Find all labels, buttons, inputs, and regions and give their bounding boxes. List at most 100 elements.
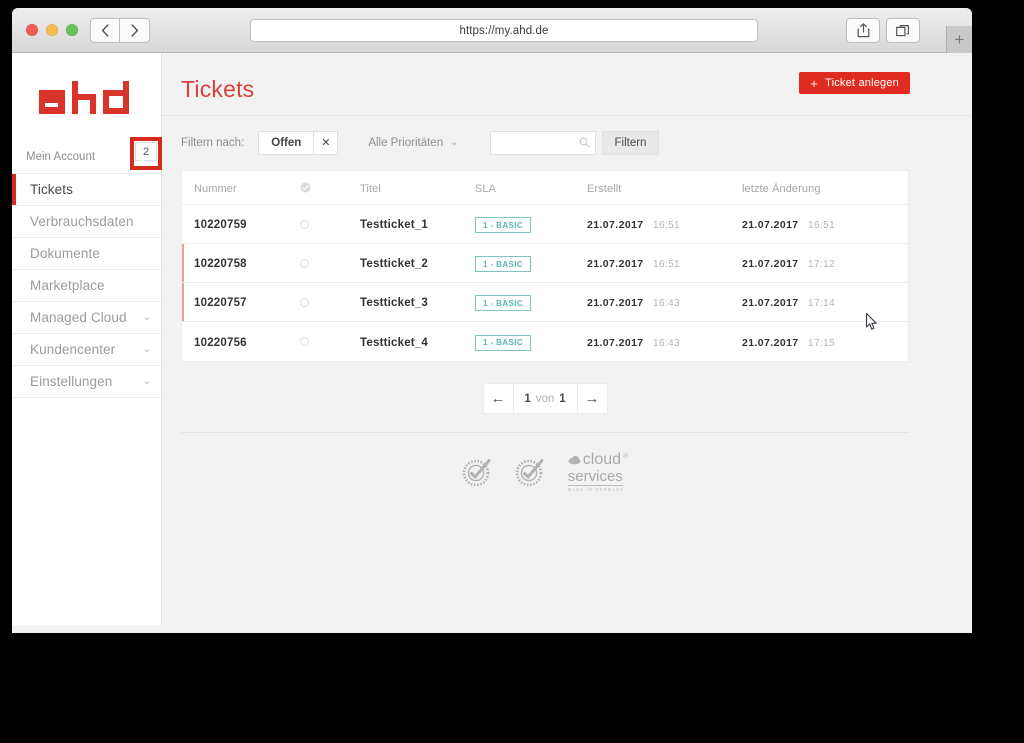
cell-erstellt-datum: 21.07.2017 <box>587 336 644 349</box>
pagination: ← 1 von 1 → <box>162 383 972 414</box>
cell-aenderung-zeit: 17:12 <box>808 259 836 270</box>
registered-trademark-icon: ® <box>623 453 629 460</box>
filter-label: Filtern nach: <box>181 136 245 149</box>
cell-erstellt-zeit: 16:51 <box>653 259 681 270</box>
maximize-window-button[interactable] <box>66 24 78 36</box>
chevron-down-icon: ⌄ <box>450 137 459 148</box>
footer-divider <box>181 432 909 433</box>
cell-aenderung-zeit: 16:51 <box>808 220 836 231</box>
create-ticket-label: Ticket anlegen <box>825 77 899 89</box>
notification-count-label: 2 <box>142 145 150 158</box>
cell-aenderung-zeit: 17:15 <box>808 337 836 349</box>
next-page-button[interactable]: → <box>576 383 608 414</box>
main-content: Tickets + Ticket anlegen Filtern nach: O… <box>162 53 972 625</box>
of-label: von <box>535 392 555 405</box>
sla-badge: 1 - BASIC <box>475 217 532 234</box>
cell-aenderung-datum: 21.07.2017 <box>742 258 799 270</box>
status-indicator-icon <box>300 258 309 268</box>
show-tabs-button[interactable] <box>886 18 920 43</box>
cell-aenderung-datum: 21.07.2017 <box>742 297 799 309</box>
cloud-services-logo: cloud ® services MADE IN GERMANY <box>567 451 629 492</box>
filter-chip-offen[interactable]: Offen <box>258 130 315 155</box>
page-title: Tickets <box>181 76 255 102</box>
forward-button[interactable] <box>120 18 150 43</box>
sidebar-item-label: Tickets <box>30 182 73 197</box>
cell-erstellt-zeit: 16:51 <box>653 220 681 231</box>
check-circle-icon <box>300 182 311 193</box>
cell-nummer: 10220757 <box>194 297 247 309</box>
cell-erstellt-zeit: 16:43 <box>653 337 681 349</box>
arrow-right-icon: → <box>584 390 600 407</box>
cell-erstellt-datum: 21.07.2017 <box>587 258 644 270</box>
cloud-services-line3: MADE IN GERMANY <box>567 487 625 492</box>
previous-page-button[interactable]: ← <box>482 383 514 414</box>
address-bar[interactable]: https://my.ahd.de <box>250 19 758 42</box>
filter-chip-label: Offen <box>271 136 302 149</box>
cloud-services-line2: services <box>567 468 623 486</box>
notification-count-badge[interactable]: 2 <box>135 142 157 165</box>
certification-seal-2-icon <box>515 458 544 486</box>
sidebar-item-label: Managed Cloud <box>30 310 127 325</box>
page-body: Mein Account ⌄ 2 Tickets Verbrauchsdaten <box>12 53 972 633</box>
remove-filter-button[interactable]: ✕ <box>314 130 339 155</box>
column-header-status <box>300 182 360 193</box>
minimize-window-button[interactable] <box>46 24 58 36</box>
sidebar: Mein Account ⌄ 2 Tickets Verbrauchsdaten <box>12 53 162 625</box>
sla-badge: 1 - BASIC <box>475 295 532 312</box>
sidebar-item-einstellungen[interactable]: Einstellungen ⌄ <box>12 366 161 398</box>
table-row[interactable]: 10220757 Testticket_3 1 - BASIC 21.07.20… <box>182 283 908 322</box>
status-indicator-icon <box>300 219 309 229</box>
back-button[interactable] <box>90 18 120 43</box>
search-field-wrapper <box>489 130 596 155</box>
share-button[interactable] <box>846 18 880 43</box>
create-ticket-button[interactable]: + Ticket anlegen <box>799 72 910 94</box>
cell-aenderung-datum: 21.07.2017 <box>742 219 799 231</box>
sidebar-item-managed-cloud[interactable]: Managed Cloud ⌄ <box>12 302 161 334</box>
total-pages: 1 <box>559 392 566 405</box>
column-header-erstellt: Erstellt <box>587 182 622 195</box>
cell-erstellt-datum: 21.07.2017 <box>587 297 644 309</box>
table-row[interactable]: 10220756 Testticket_4 1 - BASIC 21.07.20… <box>182 322 908 361</box>
status-indicator-icon <box>300 337 309 346</box>
content-header: Tickets + Ticket anlegen <box>162 53 972 116</box>
plus-icon: + <box>810 75 819 91</box>
new-tab-label: + <box>954 30 965 49</box>
sidebar-item-kundencenter[interactable]: Kundencenter ⌄ <box>12 334 161 366</box>
sidebar-item-verbrauchsdaten[interactable]: Verbrauchsdaten <box>12 206 161 238</box>
url-text: https://my.ahd.de <box>459 24 549 37</box>
cell-nummer: 10220756 <box>194 336 247 349</box>
browser-toolbar-right <box>846 18 920 43</box>
new-tab-button[interactable]: + <box>946 26 972 53</box>
priority-dropdown-label: Alle Prioritäten <box>368 136 444 149</box>
close-window-button[interactable] <box>26 24 38 36</box>
priority-dropdown[interactable]: Alle Prioritäten ⌄ <box>368 137 458 149</box>
cell-titel: Testticket_1 <box>360 219 429 231</box>
sidebar-item-dokumente[interactable]: Dokumente <box>12 238 161 270</box>
cell-titel: Testticket_3 <box>360 297 429 309</box>
sidebar-item-label: Verbrauchsdaten <box>30 214 134 229</box>
certification-seal-1-icon <box>462 458 491 486</box>
search-icon <box>579 137 590 148</box>
browser-window: https://my.ahd.de + Mein Account 2 Ticke… <box>12 8 972 633</box>
navigation-buttons <box>90 18 150 43</box>
table-header-row: Nummer Titel SLA Erstellt letzte Änderun… <box>182 171 908 205</box>
chevron-down-icon: ⌄ <box>142 376 151 387</box>
status-indicator-icon <box>300 297 309 307</box>
sidebar-item-label: Dokumente <box>30 246 100 261</box>
cell-nummer: 10220759 <box>194 219 247 231</box>
sidebar-item-tickets[interactable]: Tickets <box>12 174 161 206</box>
apply-filter-button[interactable]: Filtern <box>601 130 660 155</box>
table-row[interactable]: 10220759 Testticket_1 1 - BASIC 21.07.20… <box>182 205 908 244</box>
cell-erstellt-zeit: 16:43 <box>653 298 681 309</box>
brand-logo[interactable] <box>12 53 161 141</box>
cell-aenderung-zeit: 17:14 <box>808 298 836 309</box>
page-indicator: 1 von 1 <box>513 383 577 414</box>
cloud-services-line1: cloud <box>582 451 622 468</box>
footer-logos: cloud ® services MADE IN GERMANY <box>162 452 972 492</box>
cell-titel: Testticket_2 <box>360 258 429 270</box>
account-selector[interactable]: Mein Account ⌄ 2 <box>12 137 162 174</box>
filter-bar: Filtern nach: Offen ✕ Alle Prioritäten ⌄ <box>162 116 972 169</box>
table-row[interactable]: 10220758 Testticket_2 1 - BASIC 21.07.20… <box>182 244 908 283</box>
sidebar-item-marketplace[interactable]: Marketplace <box>12 270 161 302</box>
ahd-logo-icon <box>39 80 129 114</box>
